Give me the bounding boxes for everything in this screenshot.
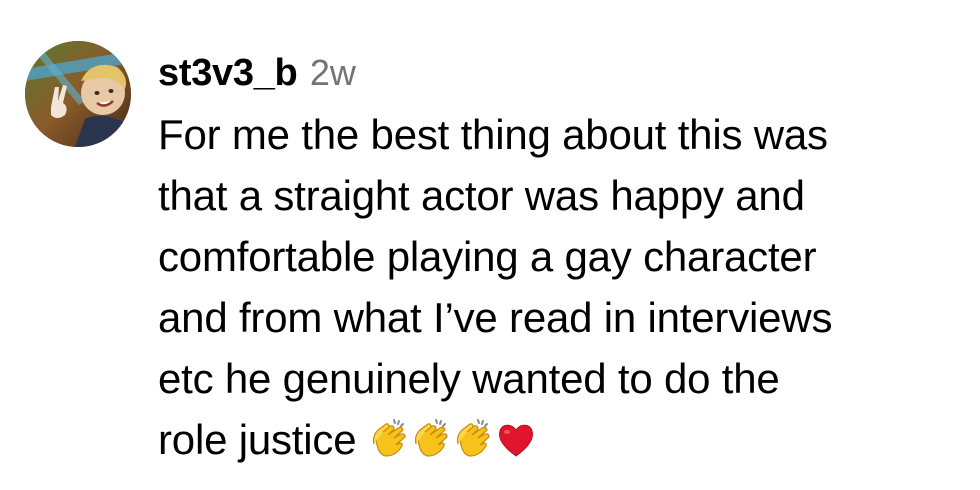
comment-text-line: etc he genuinely wanted to do the [158,355,780,402]
comment: st3v3_b 2w For me the best thing about t… [0,0,980,490]
comment-text-line: comfortable playing a gay character [158,233,817,280]
comment-text: For me the best thing about this was tha… [158,104,973,473]
comment-text-line: and from what I’ve read in interviews [158,294,833,341]
clapping-hands-icon [410,418,454,462]
username-link[interactable]: st3v3_b [158,52,298,94]
clapping-hands-icon [368,418,412,462]
red-heart-icon [494,418,538,462]
clapping-hands-icon [452,418,496,462]
emoji-group [368,406,536,467]
comment-text-last-line: role justice [158,409,973,473]
comment-text-line: role justice [158,416,357,463]
comment-header: st3v3_b 2w [158,50,973,96]
comment-text-line: For me the best thing about this was [158,111,828,158]
avatar[interactable] [25,41,131,147]
avatar-photo [25,41,131,147]
comment-timestamp[interactable]: 2w [310,52,356,93]
comment-text-line: that a straight actor was happy and [158,172,805,219]
comment-content: st3v3_b 2w For me the best thing about t… [158,50,973,473]
